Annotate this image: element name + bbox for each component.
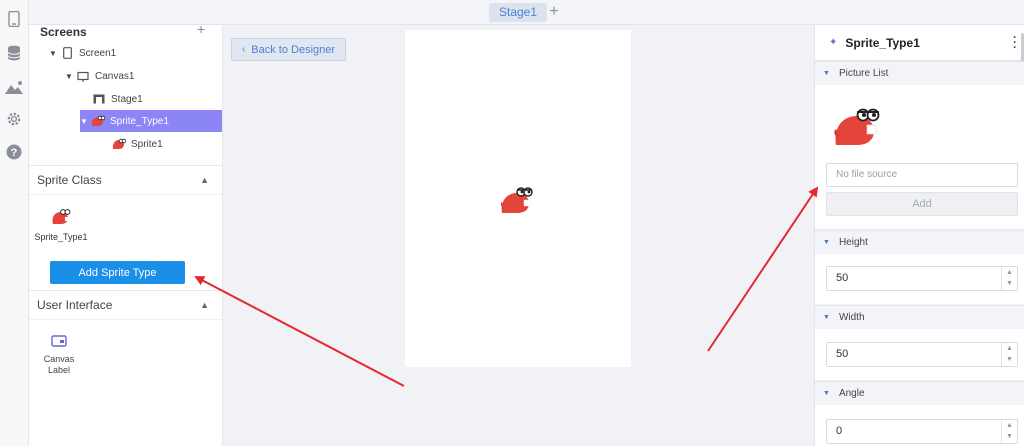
caret-down-icon[interactable]: ▼ (49, 49, 59, 58)
svg-text:?: ? (11, 147, 18, 159)
properties-title-bar: ✦ Sprite_Type1 · · · (815, 25, 1024, 61)
left-panel: Screens + ▼ Screen1 ▼ Canvas1 Stage1 ▼ S… (29, 25, 223, 446)
caret-down-icon[interactable]: ▼ (823, 390, 830, 397)
tree-item-label: Sprite_Type1 (110, 115, 169, 127)
phone-icon (59, 46, 75, 60)
chevron-up-icon[interactable]: ▲ (200, 300, 209, 310)
designer-workspace: ‹ Back to Designer (223, 25, 814, 446)
sprite1-on-stage[interactable] (500, 185, 534, 215)
sprite-picture-thumbnail[interactable] (833, 105, 881, 147)
label-component-icon (51, 335, 67, 347)
chevron-down-icon[interactable]: ▼ (1002, 354, 1017, 365)
chevron-left-icon: ‹ (241, 44, 246, 55)
gear-icon[interactable] (5, 110, 23, 128)
caret-down-icon[interactable]: ▼ (80, 117, 90, 126)
sprite-class-title: Sprite Class (37, 173, 102, 187)
sprite-class-item-label: Sprite_Type1 (34, 232, 88, 242)
phone-icon[interactable] (5, 10, 23, 28)
properties-title: Sprite_Type1 (845, 35, 920, 50)
sprite-icon (111, 137, 127, 151)
width-input[interactable]: 50 ▲ ▼ (826, 342, 1018, 367)
chevron-up-icon[interactable]: ▲ (1002, 267, 1017, 278)
stage-icon (91, 92, 107, 106)
angle-value: 0 (836, 425, 843, 437)
sprite-icon (52, 209, 71, 224)
canvas-icon (75, 69, 91, 83)
height-stepper[interactable]: ▲ ▼ (1001, 267, 1017, 290)
picture-list-title: Picture List (838, 68, 889, 79)
chevron-up-icon[interactable]: ▲ (1002, 420, 1017, 431)
height-title: Height (838, 237, 868, 248)
caret-down-icon[interactable]: ▼ (65, 72, 75, 81)
sparkle-icon: ✦ (829, 37, 838, 48)
picture-list-header[interactable]: ▼ Picture List (815, 61, 1024, 85)
stage-tab-bar: Stage1 + (29, 0, 1024, 25)
chevron-up-icon[interactable]: ▲ (200, 175, 209, 185)
picture-list-body: No file source Add (815, 85, 1024, 228)
add-stage-button[interactable]: + (547, 2, 561, 22)
tree-item-label: Screen1 (79, 47, 117, 59)
sprite-class-item[interactable]: Sprite_Type1 (31, 208, 91, 242)
sprite-icon (90, 114, 106, 128)
caret-down-icon[interactable]: ▼ (823, 70, 830, 77)
sprite-class-header[interactable]: Sprite Class ▲ (29, 165, 222, 195)
database-icon[interactable] (5, 44, 23, 62)
height-value: 50 (836, 272, 849, 284)
add-screen-button[interactable]: + (197, 25, 205, 37)
chevron-down-icon[interactable]: ▼ (1002, 278, 1017, 289)
back-to-designer-button[interactable]: ‹ Back to Designer (231, 38, 346, 61)
tree-item-canvas1[interactable]: ▼ Canvas1 (65, 65, 219, 87)
component-label-line2: Label (47, 365, 71, 375)
picture-file-input[interactable]: No file source (826, 163, 1018, 187)
caret-down-icon[interactable]: ▼ (823, 239, 830, 246)
image-asset-icon[interactable] (5, 78, 23, 96)
tree-item-sprite-type1[interactable]: ▼ Sprite_Type1 (80, 110, 222, 132)
angle-body: 0 ▲ ▼ (815, 405, 1024, 446)
canvas-label-component[interactable]: Canvas Label (39, 335, 79, 376)
tree-item-sprite1[interactable]: Sprite1 (111, 133, 219, 155)
tree-item-screen1[interactable]: ▼ Screen1 (49, 42, 219, 64)
height-header[interactable]: ▼ Height (815, 230, 1024, 254)
tree-item-label: Canvas1 (95, 70, 135, 82)
component-label-line1: Canvas (43, 354, 75, 364)
width-title: Width (838, 312, 865, 323)
height-input[interactable]: 50 ▲ ▼ (826, 266, 1018, 291)
user-interface-title: User Interface (37, 298, 113, 312)
stage-canvas[interactable] (405, 30, 631, 367)
tree-item-stage1[interactable]: Stage1 (91, 88, 219, 110)
chevron-down-icon[interactable]: ▼ (1002, 431, 1017, 442)
angle-title: Angle (838, 388, 865, 399)
user-interface-header[interactable]: User Interface ▲ (29, 290, 222, 320)
angle-input[interactable]: 0 ▲ ▼ (826, 419, 1018, 444)
caret-down-icon[interactable]: ▼ (823, 314, 830, 321)
tree-item-label: Stage1 (111, 93, 143, 105)
properties-panel: ✦ Sprite_Type1 · · · ▼ Picture List No fil… (814, 25, 1024, 446)
help-icon[interactable]: ? (5, 143, 23, 161)
add-picture-button[interactable]: Add (826, 192, 1018, 216)
width-body: 50 ▲ ▼ (815, 329, 1024, 380)
tab-stage1[interactable]: Stage1 (489, 3, 548, 22)
height-body: 50 ▲ ▼ (815, 254, 1024, 304)
width-stepper[interactable]: ▲ ▼ (1001, 343, 1017, 366)
more-options-icon[interactable]: · · · (1013, 31, 1017, 53)
add-sprite-type-button[interactable]: Add Sprite Type (50, 261, 185, 284)
icon-rail: ? (0, 0, 29, 446)
width-value: 50 (836, 348, 849, 360)
back-to-designer-label: Back to Designer (251, 43, 336, 56)
tree-item-label: Sprite1 (131, 138, 163, 150)
angle-header[interactable]: ▼ Angle (815, 381, 1024, 405)
width-header[interactable]: ▼ Width (815, 305, 1024, 329)
chevron-up-icon[interactable]: ▲ (1002, 343, 1017, 354)
angle-stepper[interactable]: ▲ ▼ (1001, 420, 1017, 443)
screens-title: Screens (40, 25, 87, 39)
